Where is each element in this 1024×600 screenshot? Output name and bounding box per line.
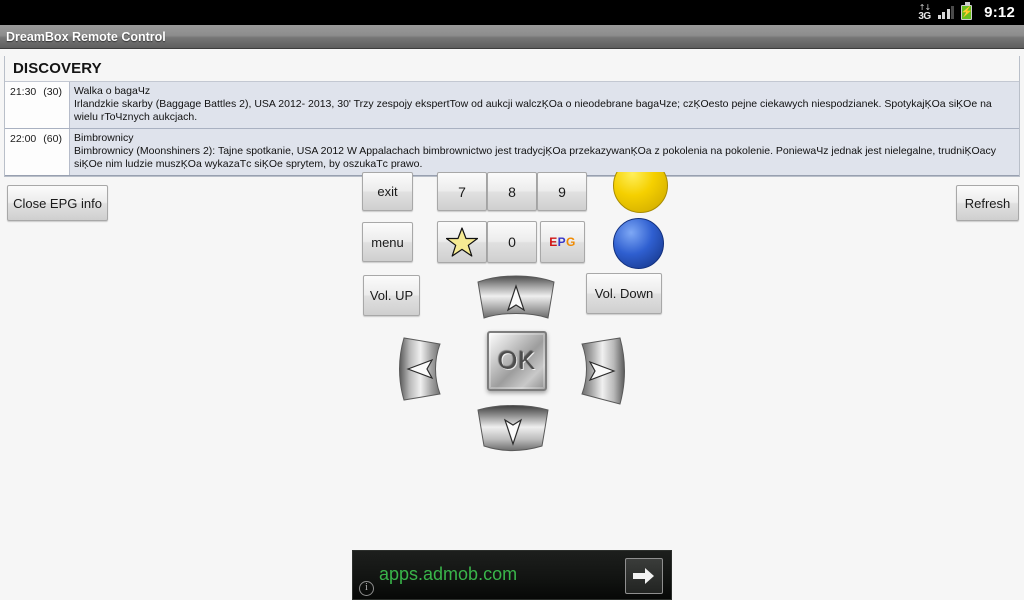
digit-9-button[interactable]: 9 (537, 172, 587, 211)
epg-info-panel: DISCOVERY 21:30 (30) Walka o bagaЧz Irla… (4, 56, 1020, 177)
app-root: ↑↓ 3G ⚡ 9:12 DreamBox Remote Control DIS… (0, 0, 1024, 600)
epg-row-description-cell: Bimbrownicy Bimbrownicy (Moonshiners 2):… (69, 129, 1019, 175)
star-icon (446, 226, 478, 257)
3g-icon: ↑↓ 3G (918, 3, 931, 22)
ad-info-icon[interactable]: i (359, 581, 374, 596)
dpad-left-button[interactable] (396, 332, 446, 406)
epg-channel-name: DISCOVERY (13, 60, 102, 77)
refresh-label: Refresh (964, 195, 1011, 211)
epg-program-description: Bimbrownicy (Moonshiners 2): Tajne spotk… (74, 145, 996, 170)
dpad-up-button[interactable] (472, 274, 560, 322)
epg-row[interactable]: 22:00 (60) Bimbrownicy Bimbrownicy (Moon… (5, 129, 1019, 176)
epg-letter-e: E (549, 235, 558, 249)
close-epg-info-label: Close EPG info (13, 195, 102, 211)
epg-start-time: 21:30 (10, 86, 37, 98)
menu-button[interactable]: menu (362, 222, 413, 262)
digit-9-label: 9 (558, 183, 566, 200)
volume-down-button[interactable]: Vol. Down (586, 273, 662, 314)
down-arrow-icon (477, 405, 549, 451)
epg-start-time: 22:00 (10, 133, 37, 145)
epg-button[interactable]: EPG (540, 221, 585, 263)
blue-color-button[interactable] (613, 218, 664, 269)
dpad-down-button[interactable] (470, 404, 556, 454)
epg-duration: (30) (43, 86, 62, 98)
android-status-bar: ↑↓ 3G ⚡ 9:12 (0, 0, 1024, 25)
epg-row-time-cell: 21:30 (30) (5, 82, 69, 128)
exit-button[interactable]: exit (362, 172, 413, 211)
digit-8-label: 8 (508, 183, 516, 200)
ok-button[interactable]: OK (487, 331, 547, 391)
left-arrow-icon (399, 337, 441, 401)
epg-row-time-cell: 22:00 (60) (5, 129, 69, 175)
epg-letter-p: P (557, 235, 567, 249)
right-arrow-icon (581, 337, 625, 405)
digit-7-button[interactable]: 7 (437, 172, 487, 211)
app-title: DreamBox Remote Control (6, 29, 166, 44)
status-icons: ↑↓ 3G ⚡ 9:12 (918, 2, 1015, 22)
close-epg-info-button[interactable]: Close EPG info (7, 185, 108, 221)
ok-label: OK (497, 346, 537, 375)
epg-program-description: Irlandzkie skarby (Baggage Battles 2), U… (74, 98, 992, 123)
epg-letter-g: G (566, 235, 576, 249)
epg-program-title: Walka o bagaЧz (74, 85, 151, 97)
arrow-right-icon (633, 568, 654, 584)
admob-ad-banner[interactable]: apps.admob.com i (352, 550, 672, 600)
battery-icon: ⚡ (960, 2, 973, 20)
ad-url-text: apps.admob.com (379, 564, 518, 584)
volume-down-label: Vol. Down (594, 286, 654, 301)
dpad-right-button[interactable] (566, 334, 630, 408)
epg-program-title: Bimbrownicy (74, 132, 134, 144)
epg-button-label: EPG (549, 235, 576, 249)
digit-0-button[interactable]: 0 (487, 221, 537, 263)
status-bar-clock: 9:12 (984, 4, 1015, 21)
volume-up-label: Vol. UP (369, 288, 414, 303)
digit-8-button[interactable]: 8 (487, 172, 537, 211)
digit-7-label: 7 (458, 183, 466, 200)
app-title-bar: DreamBox Remote Control (0, 25, 1024, 49)
epg-duration: (60) (43, 133, 62, 145)
digit-0-label: 0 (508, 234, 516, 250)
favorites-star-button[interactable] (437, 221, 487, 263)
refresh-button[interactable]: Refresh (956, 185, 1019, 221)
yellow-color-button[interactable] (613, 172, 668, 213)
menu-label: menu (371, 234, 404, 250)
volume-up-button[interactable]: Vol. UP (363, 275, 420, 316)
ad-cta-button[interactable] (625, 558, 663, 594)
up-arrow-icon (477, 275, 555, 319)
exit-label: exit (377, 184, 398, 199)
epg-row-description-cell: Walka o bagaЧz Irlandzkie skarby (Baggag… (69, 82, 1019, 128)
yellow-button-clip (610, 172, 670, 214)
epg-channel-header: DISCOVERY (5, 56, 1019, 82)
epg-row[interactable]: 21:30 (30) Walka o bagaЧz Irlandzkie ska… (5, 82, 1019, 129)
3g-label: 3G (918, 10, 931, 22)
signal-bars-icon (937, 6, 955, 19)
